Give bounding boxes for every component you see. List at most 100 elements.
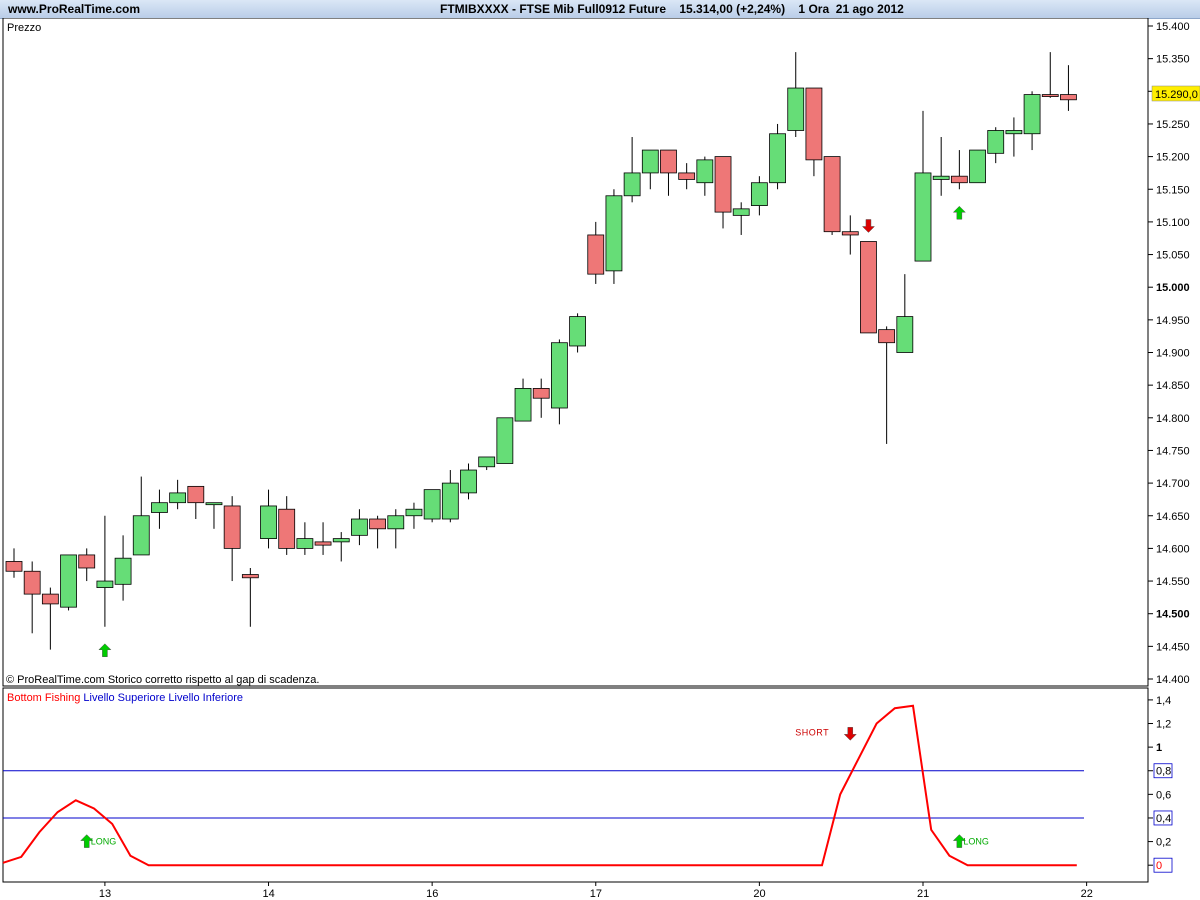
candle-body (405, 508, 423, 517)
price-tick-label: 14.900 (1156, 348, 1190, 360)
candle-body (841, 231, 859, 236)
title-bar: www.ProRealTime.com FTMIBXXXX - FTSE Mib… (0, 0, 1200, 19)
legend-livello-inferiore: Livello Inferiore (165, 692, 243, 704)
time-tick-label: 17 (590, 888, 602, 900)
time-axis: 13 14 16 17 20 21 22 (99, 882, 1093, 900)
candle-body (514, 388, 532, 422)
candle-body (23, 570, 41, 595)
candle-body (696, 159, 714, 184)
candle-body (641, 149, 659, 174)
chart-canvas: Prezzo 14.40014.45014.50014.55014.60014.… (2, 18, 1200, 900)
indicator-tick-label: 1,2 (1156, 719, 1171, 731)
candle-body (41, 593, 59, 605)
price-tick-label: 15.050 (1156, 250, 1190, 262)
candle-body (660, 149, 677, 174)
candle-body (369, 518, 387, 530)
price-axis: 14.400 14.450 14.500 14.550 14.600 14.650 14.7… (1148, 21, 1190, 686)
price-plot-frame (2, 18, 1149, 687)
candle-body (623, 172, 641, 197)
candle-body (169, 492, 187, 504)
long-signal-label: LONG (963, 837, 989, 847)
price-tick-label: 15.250 (1156, 119, 1190, 131)
long-signal-label: LONG (91, 837, 117, 847)
candle-body (223, 505, 241, 549)
candle-body (351, 518, 368, 536)
candle-body (260, 505, 277, 540)
instrument-title: FTMIBXXXX - FTSE Mib Full0912 Future 15.… (440, 2, 904, 16)
candle-body (950, 175, 968, 184)
candle-body (187, 485, 205, 504)
candle-body (969, 149, 986, 184)
price-tick-label: 15.100 (1156, 217, 1190, 229)
candle-body (896, 316, 914, 353)
candle-body (478, 456, 496, 468)
time-tick-label: 14 (263, 888, 275, 900)
candle-body (914, 172, 932, 262)
time-tick-label: 22 (1081, 888, 1093, 900)
candle-body (60, 554, 77, 608)
short-signal-label: SHORT (795, 727, 829, 737)
site-name: www.ProRealTime.com (8, 2, 141, 16)
candle-body (1023, 94, 1041, 135)
indicator-tick-label: 0,4 (1156, 813, 1171, 825)
price-tick-label: 15.150 (1156, 184, 1190, 196)
price-tick-label: 14.500 (1156, 609, 1190, 621)
time-tick-label: 16 (426, 888, 438, 900)
time-tick-label: 20 (753, 888, 765, 900)
price-tick-label: 14.600 (1156, 543, 1190, 555)
current-price-tag-text: 15.290,0 (1155, 89, 1198, 101)
candle-body (1005, 130, 1023, 135)
indicator-tick-label: 0,6 (1156, 789, 1171, 801)
indicator-tick-label: 1,4 (1156, 695, 1171, 707)
price-tick-label: 15.400 (1156, 21, 1190, 33)
candle-body (460, 469, 477, 494)
candle-body (132, 515, 150, 556)
candle-body (732, 208, 750, 216)
indicator-plot-frame (2, 687, 1149, 883)
indicator-panel: Bottom Fishing Livello Superiore Livello… (2, 687, 1173, 883)
time-tick-label: 13 (99, 888, 111, 900)
indicator-tick-label: 0,2 (1156, 837, 1171, 849)
candle-body (151, 502, 168, 513)
candle-body (114, 557, 132, 585)
price-tick-label: 14.700 (1156, 478, 1190, 490)
candle-body (278, 508, 296, 549)
candle-body (860, 241, 877, 334)
candle-body (496, 417, 514, 464)
legend-bottom-fishing: Bottom Fishing (7, 692, 80, 704)
candle-body (987, 130, 1005, 154)
candle-body (96, 580, 114, 588)
candle-body (932, 175, 950, 180)
candle-body (569, 316, 586, 347)
candle-body (678, 172, 696, 180)
price-tick-label: 15.000 (1156, 282, 1190, 294)
candle-body (387, 515, 405, 530)
time-tick-label: 21 (917, 888, 929, 900)
candle-body (423, 489, 441, 520)
price-panel: Prezzo 14.40014.45014.50014.55014.60014.… (2, 18, 1200, 687)
price-tick-label: 14.400 (1156, 674, 1190, 686)
indicator-tick-label: 0 (1156, 860, 1162, 872)
candle-body (314, 541, 332, 546)
price-tick-label: 14.750 (1156, 445, 1190, 457)
candle-body (587, 234, 605, 275)
candle-body (78, 554, 96, 569)
indicator-tick-label: 1 (1156, 742, 1162, 754)
current-price-tag: 15.290,0 (1151, 85, 1200, 102)
candle-body (5, 561, 23, 572)
price-footer: © ProRealTime.com Storico corretto rispe… (6, 674, 319, 686)
price-tick-label: 14.950 (1156, 315, 1190, 327)
price-label: Prezzo (7, 22, 41, 34)
price-tick-label: 14.800 (1156, 413, 1190, 425)
candle-body (823, 156, 841, 233)
candle-body (1060, 94, 1077, 101)
indicator-legend: Bottom Fishing Livello Superiore Livello… (7, 692, 243, 704)
price-tick-label: 14.850 (1156, 380, 1190, 392)
indicator-tick-label: 0,8 (1156, 766, 1171, 778)
candle-body (1041, 94, 1059, 97)
legend-livello-superiore: Livello Superiore (80, 692, 165, 704)
candle-body (551, 342, 568, 409)
candle-body (805, 87, 823, 161)
indicator-axis: 0 0,2 0,4 0,6 0,8 1 1,2 1,4 (1148, 695, 1173, 873)
candle-body (787, 87, 805, 131)
